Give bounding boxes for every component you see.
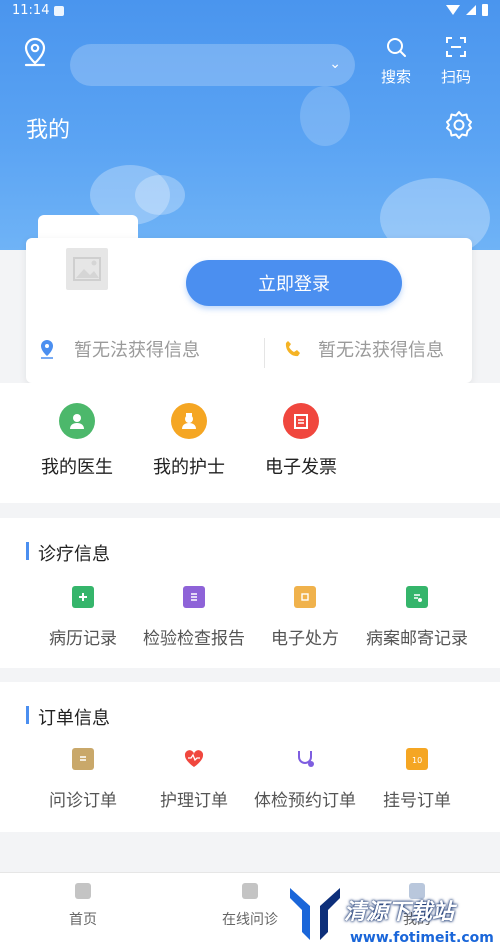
doctor-icon: [59, 403, 95, 439]
watermark-logo-icon: [290, 888, 340, 940]
checkup-icon: [294, 748, 316, 770]
consult-order-item[interactable]: 问诊订单: [23, 748, 143, 811]
nav-item-home[interactable]: 首页: [33, 883, 133, 929]
item-label: 体检预约订单: [254, 791, 356, 811]
search-label: 搜索: [380, 68, 411, 86]
quick-link-label: 电子发票: [265, 457, 337, 478]
nav-label: 首页: [69, 912, 97, 928]
status-time: 11:14: [12, 3, 50, 18]
consult-order-icon: [72, 748, 94, 770]
scan-label: 扫码: [440, 68, 471, 86]
prescription-item[interactable]: 电子处方: [245, 586, 365, 649]
phone-info: 暂无法获得信息: [284, 336, 444, 362]
heart-icon: [183, 748, 205, 770]
location-pin-icon: [41, 340, 53, 359]
nurse-icon: [171, 403, 207, 439]
search-button[interactable]: 搜索: [376, 36, 416, 87]
section-title: 订单信息: [26, 704, 110, 730]
search-icon: [387, 38, 406, 57]
hospital-selector[interactable]: ⌄: [70, 44, 355, 86]
item-label: 挂号订单: [383, 791, 451, 811]
phone-info-text: 暂无法获得信息: [318, 340, 444, 361]
item-label: 检验检查报告: [143, 629, 245, 649]
invoice-icon: [283, 403, 319, 439]
item-label: 电子处方: [271, 629, 339, 649]
battery-icon: [482, 4, 488, 16]
watermark: 清源下载站 www.fotimeit.com: [288, 884, 494, 950]
bubble-decoration: [300, 86, 350, 146]
quick-link-invoice[interactable]: 电子发票: [256, 403, 346, 479]
image-placeholder-icon: [73, 257, 101, 281]
quick-link-label: 我的医生: [41, 457, 113, 478]
nav-item-consult[interactable]: 在线问诊: [200, 883, 300, 929]
consult-icon: [242, 883, 258, 899]
chevron-down-icon: ⌄: [329, 56, 341, 72]
mail-record-item[interactable]: 病案邮寄记录: [357, 586, 477, 649]
watermark-url: www.fotimeit.com: [350, 930, 494, 946]
nav-label: 在线问诊: [222, 912, 278, 928]
location-icon[interactable]: [20, 36, 50, 68]
cloud-decoration: [135, 175, 185, 215]
prescription-icon: [294, 586, 316, 608]
report-item[interactable]: 检验检查报告: [134, 586, 254, 649]
registration-order-item[interactable]: 10 挂号订单: [357, 748, 477, 811]
item-label: 病案邮寄记录: [366, 629, 468, 649]
login-button[interactable]: 立即登录: [186, 260, 402, 306]
quick-link-my-nurse[interactable]: 我的护士: [144, 403, 234, 479]
status-bar: 11:14: [0, 0, 500, 24]
quick-link-my-doctor[interactable]: 我的医生: [32, 403, 122, 479]
phone-icon: [285, 341, 300, 357]
clinic-info-section: 诊疗信息 病历记录 检验检查报告 电子处方 病案邮寄记录: [0, 518, 500, 668]
divider: [264, 338, 265, 368]
calendar-icon: 10: [406, 748, 428, 770]
location-info-text: 暂无法获得信息: [74, 340, 200, 361]
profile-card: 立即登录 暂无法获得信息 暂无法获得信息: [26, 238, 472, 383]
medical-record-item[interactable]: 病历记录: [23, 586, 143, 649]
scan-button[interactable]: 扫码: [436, 36, 476, 87]
signal-icon: [466, 5, 476, 15]
mail-record-icon: [406, 586, 428, 608]
section-title: 诊疗信息: [26, 540, 110, 566]
avatar[interactable]: [66, 248, 108, 290]
medical-record-icon: [72, 586, 94, 608]
quick-links: 我的医生 我的护士 电子发票: [0, 383, 500, 503]
home-icon: [75, 883, 91, 899]
report-icon: [183, 586, 205, 608]
quick-link-label: 我的护士: [153, 457, 225, 478]
gear-icon[interactable]: [444, 110, 474, 140]
watermark-text: 清源下载站: [344, 900, 455, 925]
order-info-section: 订单信息 问诊订单 护理订单 体检预约订单 10 挂号订单: [0, 682, 500, 832]
header: 11:14 ⌄ 搜索 扫码 我的: [0, 0, 500, 250]
item-label: 病历记录: [49, 629, 117, 649]
checkup-order-item[interactable]: 体检预约订单: [245, 748, 365, 811]
svg-text:10: 10: [412, 756, 422, 765]
page-title: 我的: [26, 118, 71, 143]
wifi-icon: [446, 5, 460, 15]
item-label: 护理订单: [160, 791, 228, 811]
item-label: 问诊订单: [49, 791, 117, 811]
notification-icon: [54, 6, 64, 16]
location-info: 暂无法获得信息: [38, 336, 200, 362]
scan-icon: [446, 37, 466, 57]
nursing-order-item[interactable]: 护理订单: [134, 748, 254, 811]
